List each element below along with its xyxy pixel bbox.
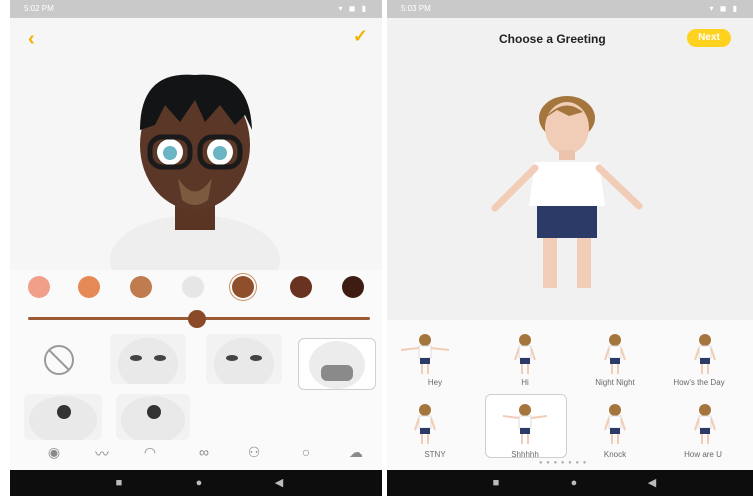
skin-swatch-5[interactable] — [232, 276, 254, 298]
greeting-label-hows-the-day: How's the Day — [673, 378, 725, 387]
avatar-stage — [387, 58, 753, 320]
face-icon[interactable]: ◉ — [40, 444, 68, 461]
back-button[interactable]: ◀ — [645, 476, 659, 490]
no-selection-icon[interactable] — [42, 343, 76, 377]
glasses-icon[interactable]: ∞ — [190, 444, 218, 460]
hair-icon[interactable]: ☁ — [342, 444, 370, 461]
home-button[interactable]: ● — [192, 476, 206, 490]
avatar-shirt — [529, 162, 605, 206]
skin-swatch-4[interactable] — [182, 276, 204, 298]
checkmark-icon[interactable]: ✓ — [353, 26, 368, 47]
status-time: 5:03 PM — [401, 4, 431, 13]
skin-swatch-1[interactable] — [28, 276, 50, 298]
greeting-label-hi: Hi — [521, 378, 529, 387]
android-nav-bar: ■ ● ◀ — [10, 470, 382, 496]
greeting-label-hey: Hey — [427, 378, 443, 387]
greeting-label-shhhhh: Shhhhh — [511, 450, 539, 459]
facial-hair-option-5[interactable] — [116, 394, 190, 440]
avatar-iris-right — [213, 146, 227, 160]
chevron-left-icon[interactable]: ‹ — [28, 28, 35, 51]
status-time: 5:02 PM — [24, 4, 54, 13]
status-icons: ▾ ◼ ▮ — [338, 4, 368, 13]
full-body-avatar — [491, 96, 643, 288]
skin-swatch-7[interactable] — [342, 276, 364, 298]
head-shape-icon[interactable]: ○ — [292, 444, 320, 460]
skin-tone-slider-thumb[interactable] — [188, 310, 206, 328]
avatar-iris-left — [163, 146, 177, 160]
avatar-arm-right — [595, 164, 643, 210]
accessory-icon[interactable]: ⚇ — [240, 444, 268, 461]
android-nav-bar: ■ ● ◀ — [387, 470, 753, 496]
avatar-leg-right — [577, 238, 591, 288]
avatar-leg-left — [543, 238, 557, 288]
skin-swatch-2[interactable] — [78, 276, 100, 298]
avatar-shorts — [537, 206, 597, 238]
mustache-icon[interactable]: 〰 — [88, 444, 116, 464]
lips-icon[interactable]: ◠ — [136, 444, 164, 461]
back-button[interactable]: ◀ — [272, 476, 286, 490]
next-button[interactable]: Next — [687, 29, 731, 47]
facial-hair-option-3[interactable] — [298, 338, 376, 390]
status-icons: ▾ ◼ ▮ — [709, 4, 739, 13]
greeting-label-knock: Knock — [603, 450, 627, 459]
recent-apps-button[interactable]: ■ — [489, 476, 503, 490]
recent-apps-button[interactable]: ■ — [112, 476, 126, 490]
home-button[interactable]: ● — [567, 476, 581, 490]
avatar-preview — [110, 74, 280, 270]
skin-swatch-3[interactable] — [130, 276, 152, 298]
facial-hair-option-4[interactable] — [24, 394, 102, 440]
avatar-editor-screen: 5:02 PM ▾ ◼ ▮ ‹ ✓ ◉ 〰 ◠ ∞ ⚇ ○ ☁ ■ ● ◀ — [10, 0, 382, 496]
skin-swatch-6[interactable] — [290, 276, 312, 298]
greeting-label-how-are-u: How are U — [684, 450, 722, 459]
avatar-neck — [559, 150, 575, 160]
page-indicator: ● ● ● ● ● ● ● — [539, 460, 588, 466]
facial-hair-option-1[interactable] — [110, 334, 186, 384]
facial-hair-option-2[interactable] — [206, 334, 282, 384]
status-bar: 5:03 PM ▾ ◼ ▮ — [387, 0, 753, 18]
greeting-thumbnails — [400, 334, 716, 444]
greeting-label-stny: STNY — [424, 450, 446, 459]
page-title: Choose a Greeting — [499, 32, 606, 46]
greeting-picker-screen: 5:03 PM ▾ ◼ ▮ Choose a Greeting Next Hey… — [387, 0, 753, 496]
avatar-arm-left — [491, 164, 539, 212]
status-bar: 5:02 PM ▾ ◼ ▮ — [10, 0, 382, 18]
